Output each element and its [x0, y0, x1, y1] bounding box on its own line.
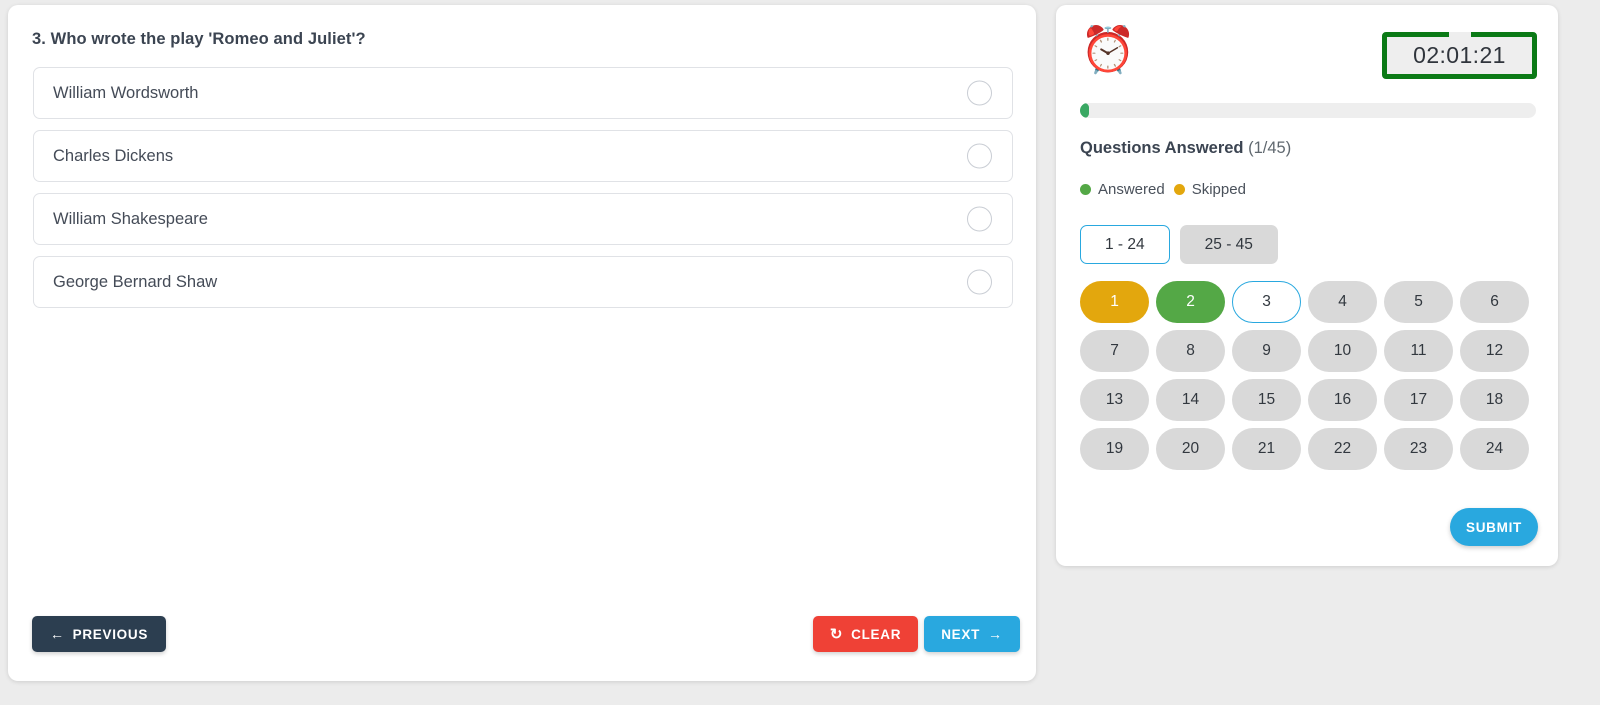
- range-tab-label: 25 - 45: [1204, 235, 1253, 253]
- progress-bar: [1080, 103, 1536, 118]
- range-tab[interactable]: 1 - 24: [1080, 225, 1170, 264]
- answer-option-label: William Shakespeare: [53, 209, 208, 228]
- questions-answered-label: Questions Answered: [1080, 139, 1244, 157]
- submit-button[interactable]: SUBMIT: [1450, 508, 1538, 546]
- alarm-clock-icon: ⏰: [1080, 24, 1137, 75]
- answer-option-radio[interactable]: [967, 143, 992, 169]
- question-number-label: 18: [1485, 391, 1504, 408]
- question-number-cell[interactable]: 10: [1308, 330, 1377, 372]
- answer-option-radio[interactable]: [967, 206, 992, 232]
- question-number-label: 4: [1338, 293, 1347, 310]
- question-number-cell[interactable]: 17: [1384, 379, 1453, 421]
- question-number-cell[interactable]: 12: [1460, 330, 1529, 372]
- arrow-right-icon: →: [988, 626, 1003, 642]
- answer-option[interactable]: William Shakespeare: [33, 193, 1013, 245]
- question-number-label: 11: [1410, 342, 1427, 359]
- timer-row: ⏰ 02:01:21: [1056, 5, 1558, 90]
- question-number-cell[interactable]: 21: [1232, 428, 1301, 470]
- question-number-label: 17: [1409, 391, 1428, 408]
- quiz-page: 3. Who wrote the play 'Romeo and Juliet'…: [0, 0, 1600, 705]
- question-number-cell[interactable]: 6: [1460, 281, 1529, 323]
- question-number-cell[interactable]: 13: [1080, 379, 1149, 421]
- legend-dot-icon: [1173, 184, 1185, 195]
- question-number-cell[interactable]: 19: [1080, 428, 1149, 470]
- question-number-cell[interactable]: 22: [1308, 428, 1377, 470]
- question-number-label: 13: [1105, 391, 1124, 408]
- question-number-label: 3: [1262, 293, 1271, 310]
- answer-option[interactable]: George Bernard Shaw: [33, 256, 1013, 308]
- status-legend: Answered Skipped: [1080, 181, 1246, 198]
- question-number-cell[interactable]: 15: [1232, 379, 1301, 421]
- question-number-cell[interactable]: 5: [1384, 281, 1453, 323]
- question-number-cell[interactable]: 8: [1156, 330, 1225, 372]
- reset-icon: ↻: [829, 625, 844, 643]
- questions-answered-count: (1/45): [1248, 139, 1292, 157]
- question-number-label: 5: [1414, 293, 1423, 310]
- question-number-label: 2: [1186, 293, 1195, 310]
- answer-option-radio[interactable]: [967, 80, 992, 106]
- questions-answered-status: Questions Answered (1/45): [1080, 139, 1291, 158]
- timer-display: 02:01:21: [1382, 32, 1537, 79]
- answer-option[interactable]: William Wordsworth: [33, 67, 1013, 119]
- range-tab-label: 1 - 24: [1105, 235, 1145, 253]
- question-number-cell[interactable]: 7: [1080, 330, 1149, 372]
- question-number-label: 7: [1110, 342, 1119, 359]
- previous-button[interactable]: ← PREVIOUS: [32, 616, 166, 652]
- question-number-label: 20: [1181, 440, 1200, 457]
- question-number-cell[interactable]: 16: [1308, 379, 1377, 421]
- question-number-label: 19: [1105, 440, 1124, 457]
- legend-dot-icon: [1080, 184, 1091, 195]
- question-number-grid: 1 2 3 4 5 6 7 8 9 10 11 12 13 14 15 16 17 18 19 20 21 22 23 24: [1080, 281, 1538, 470]
- question-number-cell[interactable]: 9: [1232, 330, 1301, 372]
- legend-item: Answered: [1080, 181, 1165, 198]
- legend-label: Skipped: [1191, 181, 1246, 198]
- clear-button[interactable]: ↻ CLEAR: [813, 616, 918, 652]
- range-tab[interactable]: 25 - 45: [1179, 225, 1278, 264]
- question-number-cell[interactable]: 23: [1384, 428, 1453, 470]
- question-number-cell[interactable]: 4: [1308, 281, 1377, 323]
- clear-button-label: CLEAR: [851, 626, 902, 642]
- question-range-tabs: 1 - 24 25 - 45: [1080, 225, 1278, 264]
- legend-label: Answered: [1098, 181, 1165, 198]
- question-number-cell[interactable]: 24: [1460, 428, 1529, 470]
- quiz-status-panel: ⏰ 02:01:21 Questions Answered (1/45) Ans…: [1056, 5, 1558, 566]
- question-number-cell[interactable]: 14: [1156, 379, 1225, 421]
- question-number-label: 10: [1333, 342, 1352, 359]
- question-number-cell[interactable]: 18: [1460, 379, 1529, 421]
- answer-option-label: George Bernard Shaw: [53, 272, 218, 291]
- question-number-cell[interactable]: 3: [1232, 281, 1301, 323]
- question-number-label: 8: [1186, 342, 1195, 359]
- question-number-label: 6: [1490, 293, 1499, 310]
- answer-option-label: William Wordsworth: [53, 83, 199, 102]
- question-number-label: 12: [1485, 342, 1504, 359]
- answer-option-label: Charles Dickens: [53, 146, 174, 165]
- progress-bar-fill: [1080, 103, 1090, 118]
- question-title: 3. Who wrote the play 'Romeo and Juliet'…: [32, 30, 366, 48]
- next-button-label: NEXT: [941, 626, 981, 642]
- question-number-label: 16: [1333, 391, 1352, 408]
- question-number-label: 23: [1409, 440, 1428, 457]
- next-button[interactable]: NEXT →: [924, 616, 1020, 652]
- answer-option[interactable]: Charles Dickens: [33, 130, 1013, 182]
- question-card: 3. Who wrote the play 'Romeo and Juliet'…: [8, 5, 1036, 681]
- question-number-cell[interactable]: 1: [1080, 281, 1149, 323]
- previous-button-label: PREVIOUS: [72, 626, 149, 642]
- question-number-cell[interactable]: 20: [1156, 428, 1225, 470]
- answer-options-list: William Wordsworth Charles Dickens William…: [33, 67, 1013, 319]
- legend-item: Skipped: [1173, 181, 1246, 198]
- timer-value: 02:01:21: [1413, 42, 1506, 68]
- question-number-label: 24: [1485, 440, 1504, 457]
- answer-option-radio[interactable]: [967, 269, 992, 295]
- question-number-label: 14: [1181, 391, 1200, 408]
- question-number-cell[interactable]: 11: [1384, 330, 1453, 372]
- question-number-label: 9: [1262, 342, 1271, 359]
- arrow-left-icon: ←: [49, 626, 65, 642]
- question-number-cell[interactable]: 2: [1156, 281, 1225, 323]
- question-number-label: 22: [1333, 440, 1352, 457]
- question-number-label: 21: [1257, 440, 1276, 457]
- question-number-label: 1: [1110, 293, 1119, 310]
- question-number-label: 15: [1257, 391, 1276, 408]
